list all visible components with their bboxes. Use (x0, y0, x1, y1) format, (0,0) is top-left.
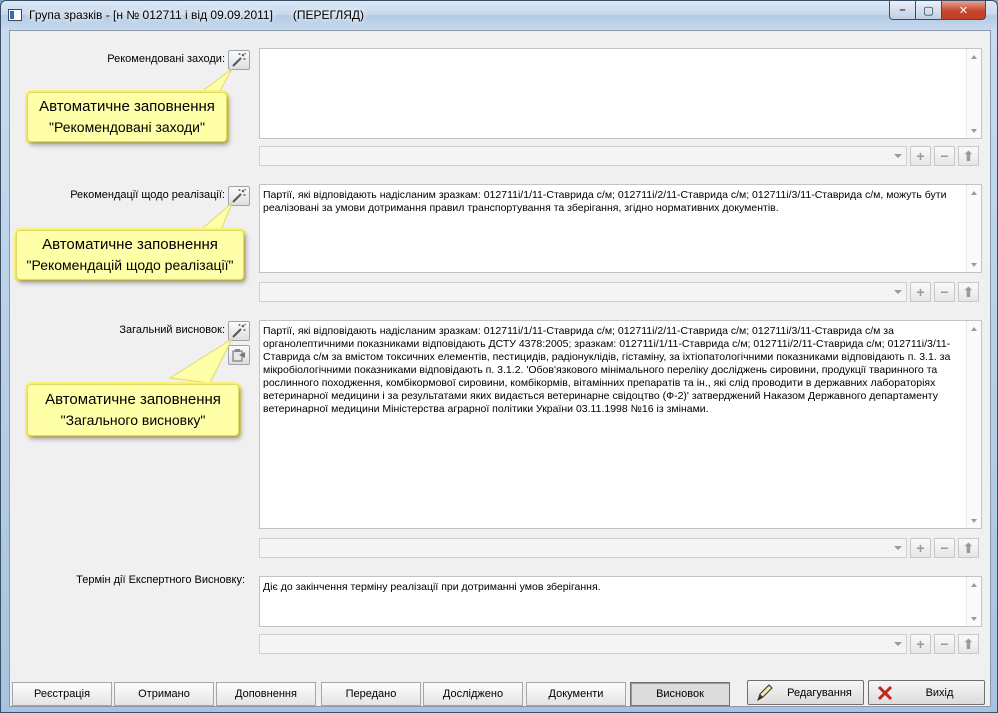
autofill-hint-sale-recommendations: Автоматичне заповнення "Рекомендацій щод… (16, 230, 244, 280)
minimize-icon: – (899, 4, 906, 16)
remove-button[interactable]: − (934, 538, 955, 558)
app-window: Група зразків - [н № 012711 і від 09.09.… (0, 0, 998, 713)
move-up-button[interactable]: ⬆ (958, 146, 979, 166)
autofill-hint-recommended-measures: Автоматичне заповнення "Рекомендовані за… (27, 92, 227, 142)
close-button[interactable]: ✕ (941, 1, 986, 20)
sale-recommendations-combo[interactable] (259, 282, 907, 302)
add-button[interactable]: + (910, 634, 931, 654)
callout-line2: "Рекомендовані заходи" (49, 119, 205, 135)
tab-registration[interactable]: Реєстрація (12, 682, 112, 706)
chevron-down-icon (894, 546, 902, 550)
autofill-hint-general-conclusion: Автоматичне заповнення "Загального висно… (27, 384, 239, 436)
sale-recommendations-text: Партії, які відповідають надісланим зраз… (263, 189, 947, 214)
tab-received[interactable]: Отримано (114, 682, 214, 706)
exit-button-label: Вихід (925, 686, 954, 699)
tab-examined[interactable]: Досліджено (423, 682, 523, 706)
move-up-button[interactable]: ⬆ (958, 634, 979, 654)
red-x-icon (877, 685, 893, 700)
memo-scrollbar[interactable] (966, 49, 981, 138)
tab-documents[interactable]: Документи (526, 682, 626, 706)
chevron-down-icon (894, 154, 902, 158)
memo-scrollbar[interactable] (966, 577, 981, 626)
add-button[interactable]: + (910, 538, 931, 558)
sale-recommendations-memo[interactable]: Партії, які відповідають надісланим зраз… (259, 184, 982, 273)
callout-line1: Автоматичне заповнення (39, 98, 215, 115)
move-up-button[interactable]: ⬆ (958, 538, 979, 558)
add-button[interactable]: + (910, 146, 931, 166)
maximize-button[interactable]: ▢ (915, 1, 942, 20)
close-icon: ✕ (958, 4, 969, 17)
form-client-area: Рекомендовані заходи: + − ⬆ Рекомендації… (9, 30, 991, 707)
validity-term-combo[interactable] (259, 634, 907, 654)
recommended-measures-memo[interactable] (259, 48, 982, 139)
validity-term-memo[interactable]: Діє до закінчення терміну реалізації при… (259, 576, 982, 627)
remove-button[interactable]: − (934, 634, 955, 654)
callout-line1: Автоматичне заповнення (42, 236, 218, 253)
tab-conclusion[interactable]: Висновок (630, 682, 730, 706)
minimize-button[interactable]: – (889, 1, 916, 20)
title-bar[interactable]: Група зразків - [н № 012711 і від 09.09.… (1, 1, 997, 29)
edit-button[interactable]: Редагування (747, 680, 864, 705)
recommended-measures-combo[interactable] (259, 146, 907, 166)
chevron-down-icon (894, 290, 902, 294)
bottom-tab-bar: Реєстрація Отримано Доповнення Передано … (10, 680, 992, 708)
remove-button[interactable]: − (934, 282, 955, 302)
pencil-icon (757, 683, 773, 701)
edit-button-label: Редагування (787, 686, 852, 699)
general-conclusion-text: Партії, які відповідають надісланим зраз… (263, 325, 951, 415)
memo-scrollbar[interactable] (966, 185, 981, 272)
general-conclusion-combo[interactable] (259, 538, 907, 558)
move-up-button[interactable]: ⬆ (958, 282, 979, 302)
remove-button[interactable]: − (934, 146, 955, 166)
window-title: Група зразків - [н № 012711 і від 09.09.… (29, 8, 365, 22)
maximize-icon: ▢ (923, 4, 934, 17)
callout-line2: "Рекомендацій щодо реалізації" (26, 257, 234, 273)
callout-line1: Автоматичне заповнення (45, 391, 221, 408)
add-button[interactable]: + (910, 282, 931, 302)
exit-button[interactable]: Вихід (868, 680, 985, 705)
app-icon (8, 9, 22, 21)
tab-transferred[interactable]: Передано (321, 682, 421, 706)
tab-supplement[interactable]: Доповнення (216, 682, 316, 706)
memo-scrollbar[interactable] (966, 321, 981, 528)
callout-line2: "Загального висновку" (60, 412, 206, 428)
chevron-down-icon (894, 642, 902, 646)
validity-term-text: Діє до закінчення терміну реалізації при… (263, 581, 601, 593)
validity-term-label: Термін дії Експертного Висновку: (76, 574, 245, 586)
general-conclusion-memo[interactable]: Партії, які відповідають надісланим зраз… (259, 320, 982, 529)
